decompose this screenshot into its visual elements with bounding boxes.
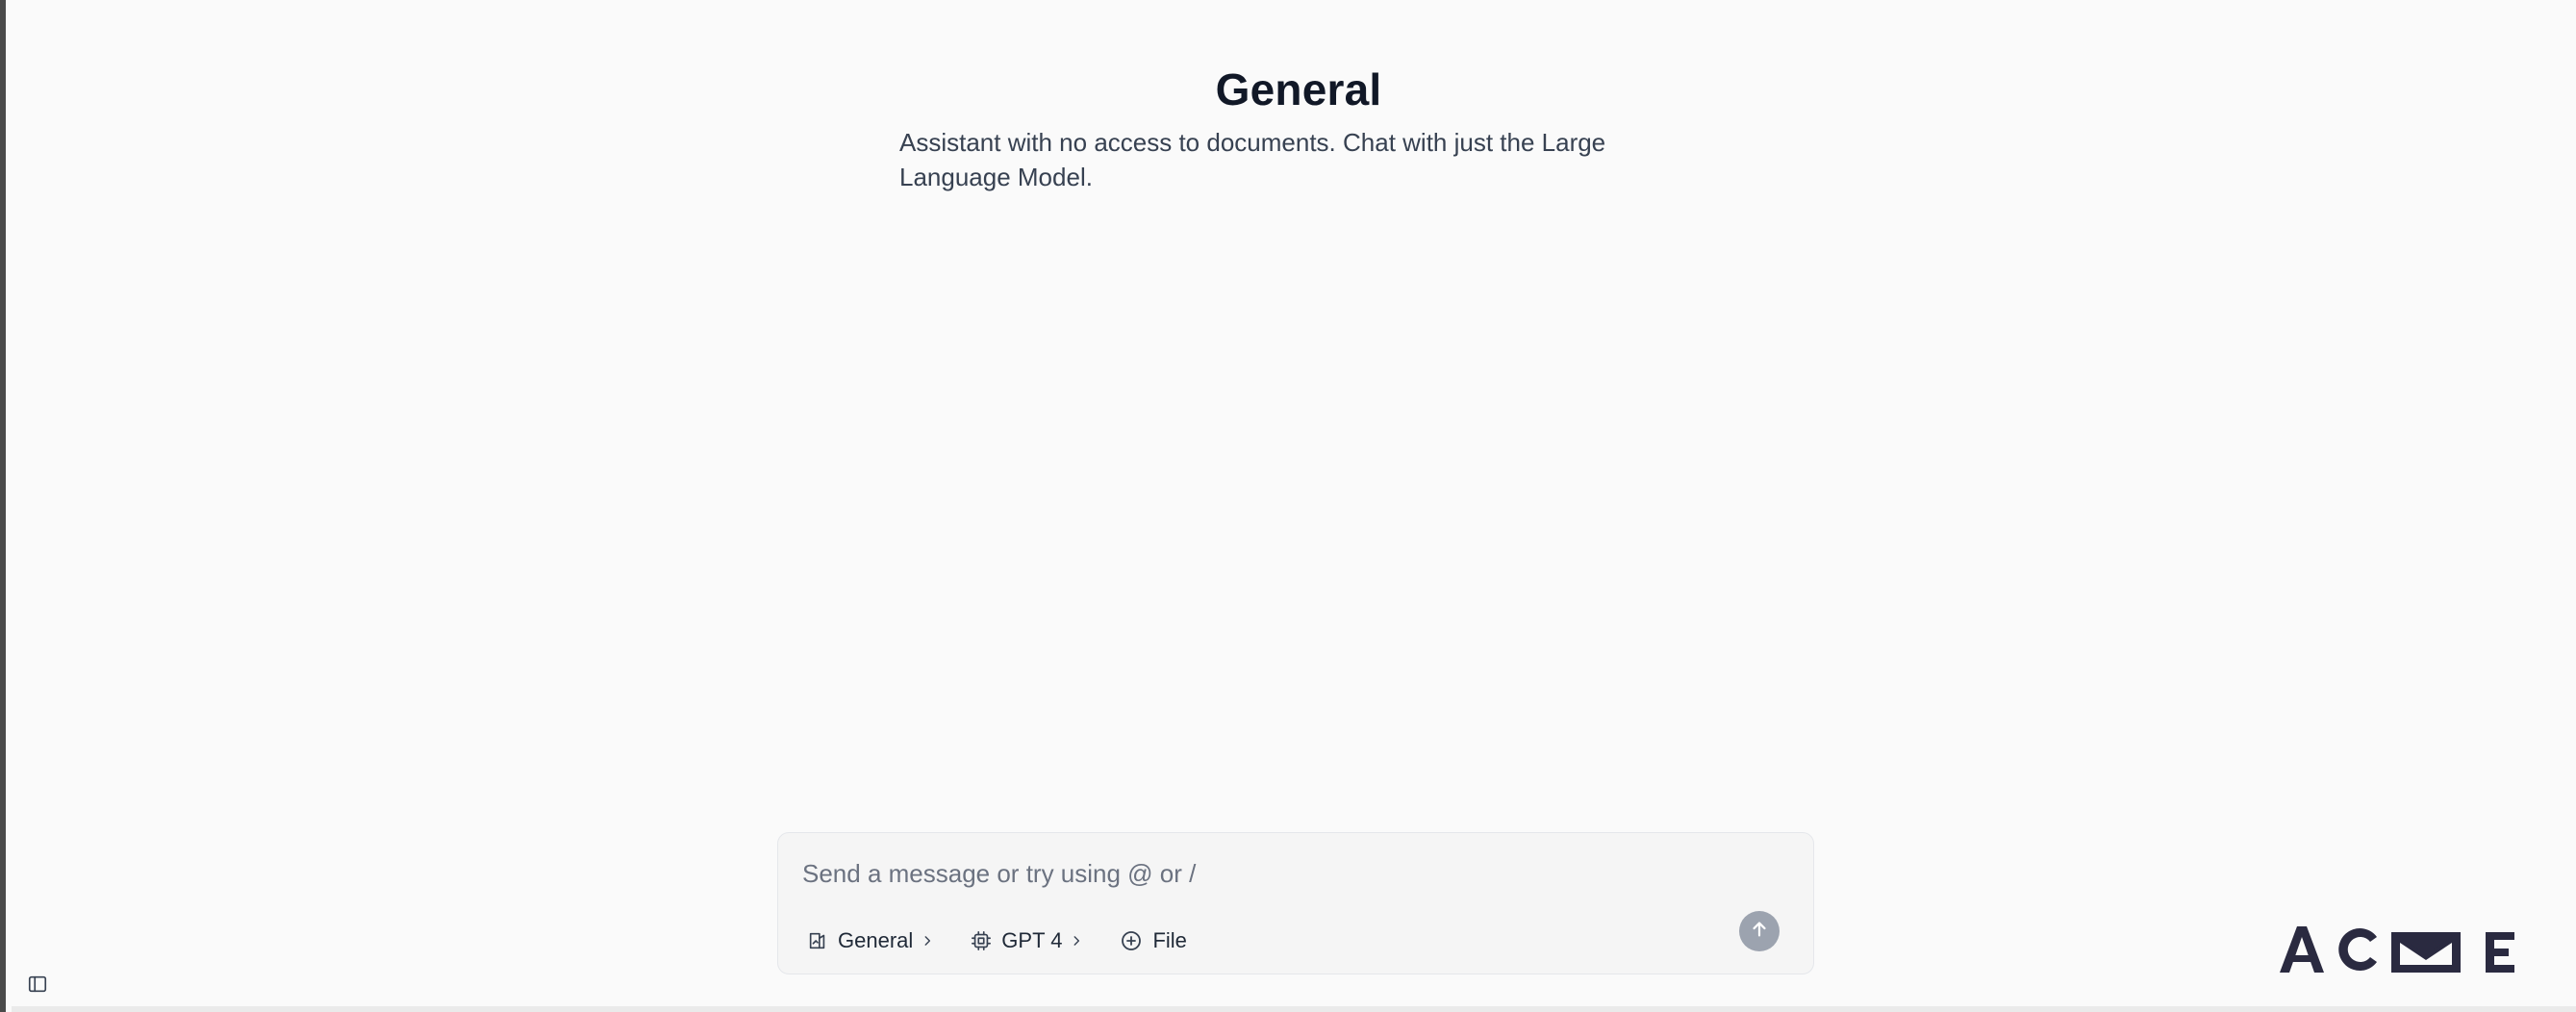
model-selector-button[interactable]: GPT 4	[971, 928, 1083, 953]
composer-toolbar: General GPT 4 File	[807, 924, 1187, 957]
app-window: General Assistant with no access to docu…	[0, 0, 2576, 1012]
assistant-header: General Assistant with no access to docu…	[899, 60, 1698, 194]
acme-logo	[2278, 925, 2520, 974]
chat-composer: General GPT 4	[777, 832, 1814, 974]
cpu-icon	[971, 930, 992, 951]
sidebar-toggle-button[interactable]	[27, 974, 48, 995]
attach-file-label: File	[1152, 928, 1187, 952]
assistant-selector-button[interactable]: General	[807, 928, 934, 953]
bottom-border	[12, 1006, 2576, 1012]
sidebar-panel-icon	[27, 975, 48, 999]
assistant-selector-label: General	[838, 928, 914, 952]
send-button[interactable]	[1739, 911, 1780, 951]
chevron-right-icon	[1070, 934, 1083, 948]
arrow-up-icon	[1749, 919, 1770, 945]
assistant-icon	[807, 930, 828, 951]
chevron-right-icon	[921, 934, 934, 948]
assistant-description: Assistant with no access to documents. C…	[899, 128, 1606, 191]
attach-file-button[interactable]: File	[1120, 928, 1187, 953]
assistant-title: General	[1215, 64, 1382, 114]
plus-circle-icon	[1120, 929, 1143, 952]
model-selector-label: GPT 4	[1001, 928, 1063, 952]
message-input[interactable]	[802, 854, 1764, 893]
